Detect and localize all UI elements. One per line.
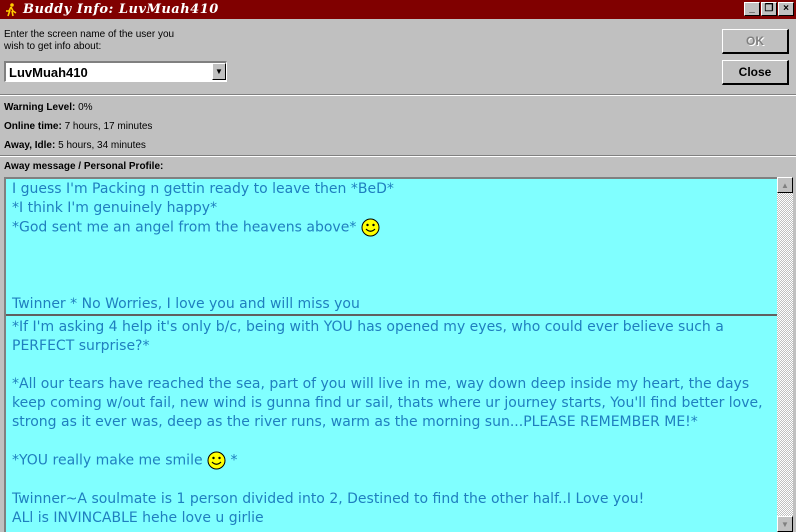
scroll-up-button[interactable]: ▲ — [777, 177, 793, 193]
smiley-icon — [207, 451, 226, 470]
restore-button[interactable]: ❐ — [761, 2, 777, 16]
minimize-button[interactable]: _ — [744, 2, 760, 16]
profile-view[interactable]: I guess I'm Packing n gettin ready to le… — [4, 177, 777, 532]
separator — [0, 94, 796, 96]
chevron-up-icon: ▲ — [781, 180, 789, 190]
chevron-down-icon: ▼ — [781, 519, 789, 529]
close-icon: × — [783, 3, 789, 14]
restore-icon: ❐ — [764, 3, 774, 14]
screen-name-combobox[interactable]: LuvMuah410 ▼ — [4, 61, 227, 82]
dropdown-arrow-button[interactable]: ▼ — [212, 63, 226, 80]
window-title: Buddy Info: LuvMuah410 — [23, 2, 219, 17]
away-message: I guess I'm Packing n gettin ready to le… — [12, 181, 394, 312]
personal-profile: *If I'm asking 4 help it's only b/c, bei… — [12, 319, 763, 526]
screen-name-value[interactable]: LuvMuah410 — [9, 65, 88, 80]
scroll-down-button[interactable]: ▼ — [777, 516, 793, 532]
minimize-icon: _ — [749, 3, 755, 14]
away-profile-divider — [6, 314, 777, 316]
warning-level: Warning Level: 0% — [4, 102, 93, 113]
smiley-icon — [361, 218, 380, 237]
close-window-button[interactable]: × — [778, 2, 794, 16]
lookup-panel: Enter the screen name of the user you wi… — [0, 19, 796, 94]
vertical-scrollbar[interactable]: ▲ ▼ — [777, 177, 793, 532]
chevron-down-icon: ▼ — [215, 67, 223, 76]
aim-running-man-icon — [3, 2, 19, 18]
title-bar[interactable]: Buddy Info: LuvMuah410 _ ❐ × — [0, 0, 796, 19]
separator — [0, 155, 796, 157]
close-button[interactable]: Close — [722, 60, 789, 85]
away-idle: Away, Idle: 5 hours, 34 minutes — [4, 140, 146, 151]
profile-section-label: Away message / Personal Profile: — [4, 161, 164, 172]
online-time: Online time: 7 hours, 17 minutes — [4, 121, 153, 132]
ok-button[interactable]: OK — [722, 29, 789, 54]
screen-name-prompt: Enter the screen name of the user you wi… — [4, 29, 175, 52]
